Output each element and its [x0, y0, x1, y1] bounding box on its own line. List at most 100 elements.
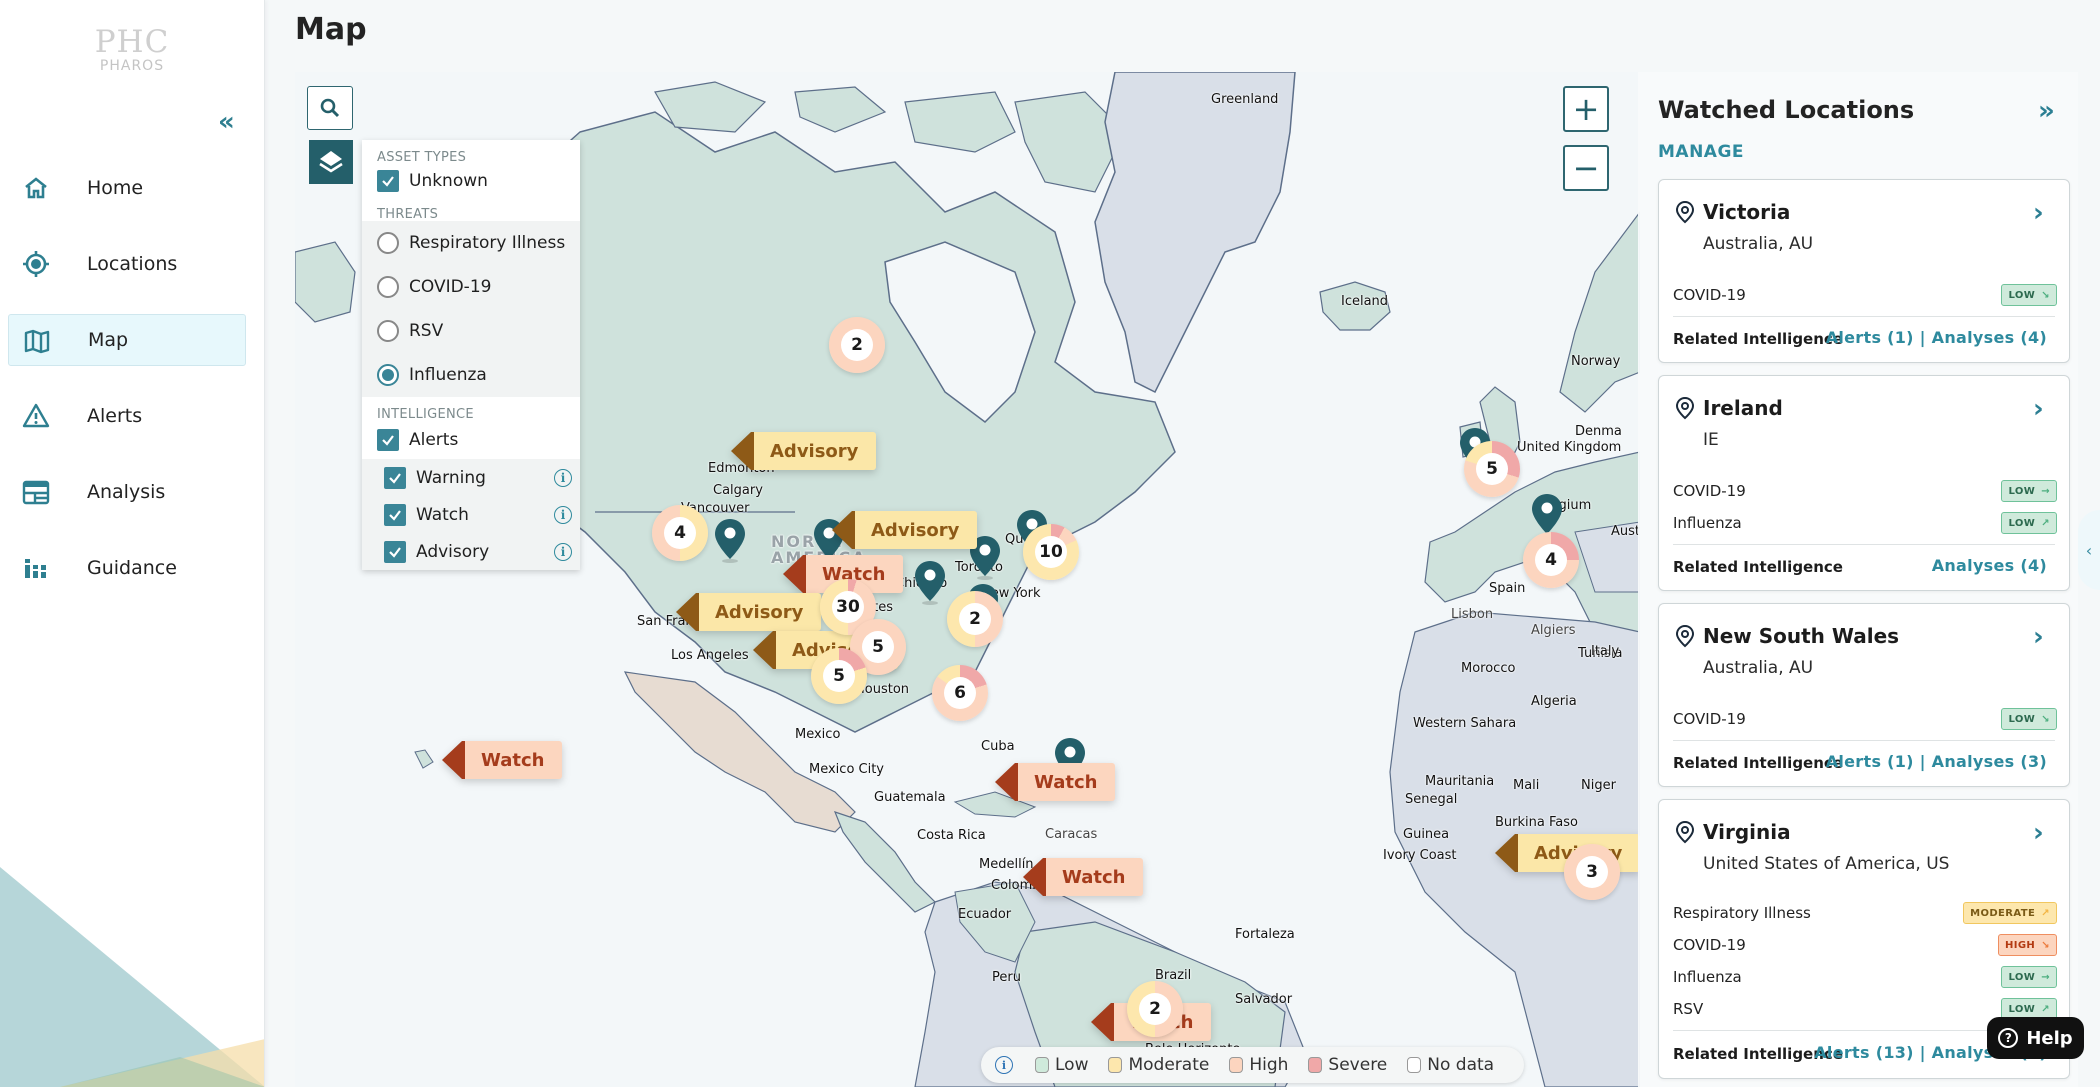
threat-radio-respiratory-illness[interactable]: Respiratory Illness — [362, 221, 580, 265]
chart-bars-icon — [25, 559, 46, 578]
map-search-button[interactable] — [307, 86, 353, 130]
tag-arrow-icon — [995, 763, 1015, 801]
map-cluster[interactable]: 10 — [1023, 524, 1079, 580]
cluster-count: 30 — [832, 591, 864, 623]
chevron-left-icon: ‹ — [2085, 540, 2093, 560]
map-canvas[interactable]: Greenland Iceland Norway Denma United Ki… — [295, 72, 1640, 1087]
radio-unselected[interactable] — [377, 320, 399, 342]
checkbox-checked[interactable] — [377, 169, 399, 192]
collapse-panel-button[interactable]: » — [2038, 96, 2055, 126]
cluster-count: 3 — [1576, 856, 1608, 888]
landmass-scandinavia — [1559, 210, 1640, 413]
alert-tag-watch[interactable]: Watch — [442, 741, 563, 779]
info-icon[interactable]: i — [554, 505, 572, 524]
chevron-right-icon[interactable]: › — [2033, 818, 2044, 848]
radio-unselected[interactable] — [377, 232, 399, 254]
alert-tag-watch[interactable]: Watch — [995, 763, 1116, 801]
related-intelligence-links[interactable]: Alerts (1) | Analyses (3) — [1826, 752, 2047, 771]
radio-unselected[interactable] — [377, 276, 399, 298]
watched-location-card[interactable]: Victoria Australia, AU › COVID-19 LOW ↘ R… — [1658, 179, 2070, 363]
sidebar-item-analysis[interactable]: Analysis — [8, 466, 246, 518]
collapse-sidebar-button[interactable]: « — [218, 109, 244, 136]
checkbox-checked[interactable] — [384, 540, 406, 563]
place-label: Ecuador — [958, 907, 1012, 922]
alert-tag-advisory[interactable]: Advisory — [731, 432, 877, 470]
map-cluster[interactable]: 6 — [932, 665, 988, 721]
chevron-right-icon[interactable]: › — [2033, 394, 2044, 424]
threat-radio-influenza[interactable]: Influenza — [362, 353, 580, 397]
alerts-checkbox[interactable]: Alerts — [362, 421, 580, 459]
place-label: Mexico — [795, 727, 841, 742]
risk-badge: HIGH ↘ — [1997, 934, 2057, 956]
place-label: Caracas — [1045, 827, 1098, 842]
map-cluster[interactable]: 4 — [1523, 532, 1579, 588]
place-label: Peru — [992, 970, 1021, 985]
location-pin-icon[interactable] — [913, 559, 947, 605]
sidebar-item-home[interactable]: Home — [8, 162, 246, 214]
checkbox-checked[interactable] — [377, 429, 399, 451]
zoom-in-button[interactable]: + — [1563, 86, 1609, 132]
legend-swatch — [1407, 1057, 1422, 1073]
sidebar-item-guidance[interactable]: Guidance — [8, 542, 246, 594]
place-label: United Kingdom — [1517, 440, 1622, 455]
legend-item-no-data: No data — [1407, 1055, 1494, 1075]
threat-label: Respiratory Illness — [1673, 904, 1811, 922]
location-region: United States of America, US — [1703, 854, 1950, 874]
radio-selected[interactable] — [377, 364, 399, 386]
sidebar-item-map[interactable]: Map — [8, 314, 246, 366]
tag-arrow-icon — [1495, 834, 1515, 872]
legend-label: Moderate — [1128, 1055, 1210, 1075]
alert-tag-advisory[interactable]: Advisory — [832, 511, 978, 549]
map-layers-button[interactable] — [309, 140, 353, 184]
map-cluster[interactable]: 5 — [1464, 441, 1520, 497]
info-icon[interactable]: i — [554, 542, 572, 561]
expand-side-drawer-tab[interactable]: ‹ — [2078, 510, 2100, 590]
checkbox-checked[interactable] — [384, 466, 406, 489]
asset-types-heading: ASSET TYPES — [377, 150, 467, 165]
alert-triangle-icon — [22, 403, 50, 428]
cluster-count: 5 — [823, 660, 855, 692]
watched-location-card[interactable]: New South Wales Australia, AU › COVID-19… — [1658, 603, 2070, 787]
threat-radio-rsv[interactable]: RSV — [362, 309, 580, 353]
related-intelligence-links[interactable]: Analyses (4) — [1932, 556, 2047, 575]
alert-level-watch-checkbox[interactable]: Watch i — [362, 496, 580, 533]
map-pin-outline-icon — [1675, 624, 1695, 648]
location-region: IE — [1703, 430, 1719, 450]
sidebar: PHC PHAROS « Home Locations Map Alerts A… — [0, 0, 265, 1087]
radio-label: RSV — [409, 321, 444, 341]
chevron-right-icon[interactable]: › — [2033, 198, 2044, 228]
checkbox-label: Advisory — [416, 541, 490, 562]
alert-tag-watch[interactable]: Watch — [1023, 858, 1144, 896]
threat-radio-covid-19[interactable]: COVID-19 — [362, 265, 580, 309]
logo-line-2: PHAROS — [99, 58, 165, 74]
map-cluster[interactable]: 5 — [811, 648, 867, 704]
info-icon[interactable]: i — [995, 1056, 1013, 1074]
sidebar-item-alerts[interactable]: Alerts — [8, 390, 246, 442]
map-cluster[interactable]: 2 — [1127, 981, 1183, 1037]
related-intelligence-links[interactable]: Alerts (1) | Analyses (4) — [1826, 328, 2047, 347]
map-cluster[interactable]: 2 — [829, 317, 885, 373]
info-icon[interactable]: i — [554, 468, 572, 487]
alert-tag-advisory[interactable]: Advisory — [676, 593, 822, 631]
asset-type-unknown-checkbox[interactable]: Unknown — [362, 164, 580, 197]
threat-label: Influenza — [1673, 968, 1742, 986]
manage-link[interactable]: MANAGE — [1658, 142, 1744, 162]
checkbox-checked[interactable] — [384, 503, 406, 526]
location-pin-icon[interactable] — [713, 517, 747, 563]
map-cluster[interactable]: 2 — [947, 591, 1003, 647]
alert-level-advisory-checkbox[interactable]: Advisory i — [362, 533, 580, 570]
alert-level-warning-checkbox[interactable]: Warning i — [362, 459, 580, 496]
chevron-right-icon[interactable]: › — [2033, 622, 2044, 652]
sidebar-item-locations[interactable]: Locations — [8, 238, 246, 290]
location-pin-icon[interactable] — [1530, 492, 1564, 538]
map-cluster[interactable]: 4 — [652, 505, 708, 561]
calendar-layout-icon — [22, 480, 50, 505]
map-cluster[interactable]: 3 — [1564, 844, 1620, 900]
help-button[interactable]: ? Help — [1987, 1017, 2084, 1059]
watched-location-card[interactable]: Ireland IE › COVID-19 LOW → Influenza LOW… — [1658, 375, 2070, 591]
cluster-count: 5 — [862, 631, 894, 663]
risk-level: LOW — [2008, 517, 2036, 529]
zoom-out-button[interactable]: − — [1563, 145, 1609, 191]
landmass-hawaii — [414, 749, 434, 769]
location-region: Australia, AU — [1703, 234, 1814, 254]
